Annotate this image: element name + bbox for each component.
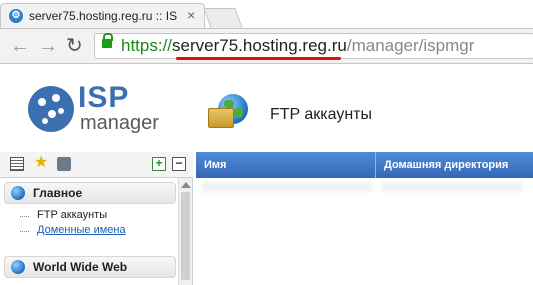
sidebar-item-label: Доменные имена: [37, 224, 126, 236]
ftp-globe-icon: [208, 94, 254, 136]
table-row[interactable]: [202, 182, 372, 192]
url-text: https://server75.hosting.reg.ru/manager/…: [121, 36, 474, 56]
new-tab-button[interactable]: [203, 8, 243, 28]
browser-tab[interactable]: ⚙ server75.hosting.reg.ru :: IS ×: [0, 3, 205, 28]
globe-icon: [11, 260, 25, 274]
sidebar-toolbar: ★ + −: [0, 152, 193, 178]
logo-brand: ISP: [78, 81, 130, 114]
url-path: /manager/ispmgr: [346, 36, 475, 55]
close-icon[interactable]: ×: [187, 7, 195, 23]
sidebar: ★ + − Главное FTP аккаунты Доменные имен…: [0, 152, 193, 285]
table-row[interactable]: [382, 182, 522, 192]
tab-title: server75.hosting.reg.ru :: IS: [29, 9, 178, 23]
page-title: FTP аккаунты: [270, 106, 373, 123]
scroll-thumb[interactable]: [181, 192, 190, 280]
scroll-up-icon[interactable]: [181, 182, 191, 188]
column-header-name[interactable]: Имя: [196, 152, 376, 178]
sidebar-group-label: World Wide Web: [33, 260, 128, 274]
briefcase-icon[interactable]: [57, 157, 71, 171]
collapse-all-icon[interactable]: −: [172, 157, 186, 171]
sidebar-group-main[interactable]: Главное: [4, 182, 176, 204]
table-header: Имя Домашняя директория: [196, 152, 533, 178]
star-icon[interactable]: ★: [34, 155, 48, 171]
browser-tabstrip: ⚙ server75.hosting.reg.ru :: IS ×: [0, 0, 533, 28]
url-host: server75.hosting.reg.ru: [172, 36, 347, 55]
list-view-icon[interactable]: [10, 157, 24, 171]
reload-icon[interactable]: ↻: [66, 35, 83, 57]
sidebar-group-www[interactable]: World Wide Web: [4, 256, 176, 278]
sidebar-item-label: FTP аккаунты: [37, 209, 108, 221]
ftp-accounts-table: Имя Домашняя директория: [196, 152, 533, 285]
annotation-underline: [176, 57, 341, 60]
sidebar-item-domain-names[interactable]: Доменные имена: [20, 224, 126, 236]
globe-icon: [11, 186, 25, 200]
sidebar-scrollbar[interactable]: [178, 178, 192, 285]
column-header-home-directory[interactable]: Домашняя директория: [376, 152, 533, 178]
sidebar-group-label: Главное: [33, 186, 83, 200]
favicon-icon: ⚙: [9, 9, 23, 23]
app-header: ISP manager FTP аккаунты: [0, 64, 533, 152]
ispmanager-logo[interactable]: ISP manager: [28, 81, 168, 140]
logo-mark-icon: [28, 86, 74, 132]
back-icon[interactable]: ←: [10, 35, 30, 57]
sidebar-item-ftp-accounts[interactable]: FTP аккаунты: [19, 209, 107, 221]
forward-icon[interactable]: →: [38, 35, 58, 57]
lock-icon: [102, 33, 113, 48]
url-scheme: https://: [121, 36, 173, 55]
address-bar[interactable]: https://server75.hosting.reg.ru/manager/…: [94, 33, 533, 59]
expand-all-icon[interactable]: +: [152, 157, 166, 171]
logo-product: manager: [80, 112, 159, 134]
